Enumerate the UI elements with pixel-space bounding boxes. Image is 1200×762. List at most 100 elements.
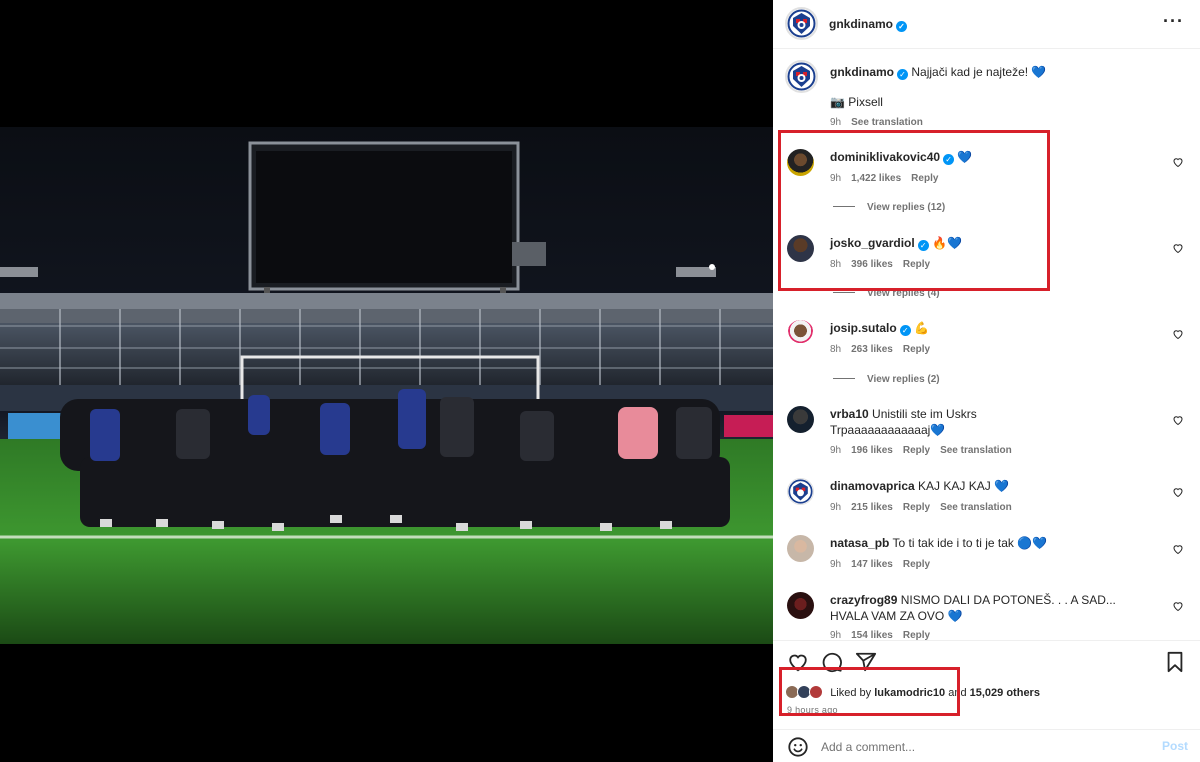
heart-icon[interactable]: [787, 651, 809, 673]
comment-username[interactable]: josip.sutalo: [830, 321, 897, 335]
comment-text: vrba10 Unistili ste im Uskrs Trpaaaaaaaa…: [830, 406, 1005, 438]
comment-time: 9h: [830, 559, 842, 570]
comment-text: dominiklivakovic40 ✓ 💙: [830, 149, 972, 165]
heart-icon[interactable]: [1172, 242, 1184, 254]
comment-username[interactable]: josko_gvardiol: [830, 236, 915, 250]
comment-avatar[interactable]: [787, 478, 814, 505]
heart-icon[interactable]: [1172, 328, 1184, 340]
verified-icon: ✓: [897, 69, 909, 80]
comment-likes[interactable]: 263 likes: [851, 344, 893, 355]
comment-input[interactable]: [821, 736, 1151, 758]
heart-icon[interactable]: [1172, 414, 1184, 426]
comment-text: crazyfrog89 NISMO DALI DA POTONEŠ. . . A…: [830, 592, 1130, 624]
comment-meta: 9h 196 likes Reply See translation: [830, 445, 1022, 456]
heart-icon[interactable]: [1172, 156, 1184, 168]
comment-username[interactable]: dinamovaprica: [830, 479, 915, 493]
comment-likes[interactable]: 396 likes: [851, 259, 893, 270]
comment-meta: 9h 154 likes Reply: [830, 630, 940, 640]
comment-reply-button[interactable]: Reply: [911, 173, 938, 184]
comment-reply-button[interactable]: Reply: [903, 344, 930, 355]
comment-avatar[interactable]: [787, 320, 814, 347]
post-media: [0, 0, 773, 762]
share-icon[interactable]: [855, 651, 877, 673]
author-username-text[interactable]: gnkdinamo: [829, 17, 893, 31]
photo-illustration: [0, 141, 773, 644]
view-replies-button[interactable]: View replies (2): [833, 374, 940, 385]
caption-see-translation[interactable]: See translation: [851, 117, 923, 128]
bookmark-icon[interactable]: [1164, 651, 1186, 673]
post-time-ago[interactable]: 9 hours ago: [787, 705, 838, 715]
comment-username[interactable]: natasa_pb: [830, 536, 889, 550]
author-avatar[interactable]: [785, 7, 818, 40]
comment-body: To ti tak ide i to ti je tak 🔵💙: [892, 536, 1048, 550]
comment-avatar[interactable]: [787, 149, 814, 176]
comment-avatar[interactable]: [787, 592, 814, 619]
add-comment-bar: Post: [773, 729, 1200, 762]
comment-text: natasa_pb To ti tak ide i to ti je tak 🔵…: [830, 535, 1047, 551]
view-replies-button[interactable]: View replies (12): [833, 202, 945, 213]
comment-avatar[interactable]: [787, 406, 814, 433]
liked-by-prefix: Liked by: [830, 687, 872, 699]
author-username-header[interactable]: gnkdinamo ✓: [829, 17, 908, 32]
heart-icon[interactable]: [1172, 543, 1184, 555]
comment-body: 💪: [914, 321, 929, 335]
view-replies-button[interactable]: View replies (4): [833, 288, 940, 299]
emoji-icon[interactable]: [787, 736, 809, 758]
comment-meta: 8h 396 likes Reply: [830, 259, 940, 270]
caption-author-avatar[interactable]: [785, 60, 818, 93]
liked-by-others[interactable]: 15,029 others: [970, 687, 1040, 699]
caption-text: gnkdinamo ✓ Najjači kad je najteže! 💙: [830, 65, 1047, 80]
comment-username[interactable]: vrba10: [830, 407, 869, 421]
comment-avatar[interactable]: [787, 535, 814, 562]
comment-see-translation[interactable]: See translation: [940, 502, 1012, 513]
post-comment-button[interactable]: Post: [1162, 739, 1188, 753]
comments-list[interactable]: gnkdinamo ✓ Najjači kad je najteže! 💙 📷 P…: [773, 50, 1200, 640]
caption-body: Najjači kad je najteže!: [911, 65, 1029, 79]
comment-body: 💙: [957, 150, 973, 164]
comment-time: 9h: [830, 630, 842, 640]
comment-text: dinamovaprica KAJ KAJ KAJ 💙: [830, 478, 1009, 494]
likes-summary: Liked by lukamodric10 and 15,029 others: [785, 685, 1040, 699]
comment-username[interactable]: dominiklivakovic40: [830, 150, 940, 164]
dinamo-logo-icon: [787, 62, 816, 91]
comment-meta: 8h 263 likes Reply: [830, 344, 940, 355]
comment-likes[interactable]: 154 likes: [851, 630, 893, 640]
verified-icon: ✓: [917, 240, 929, 251]
comment-body: 🔥💙: [932, 236, 962, 250]
post-header: gnkdinamo ✓ ···: [773, 0, 1200, 49]
comment-reply-button[interactable]: Reply: [903, 502, 930, 513]
post-side-panel: gnkdinamo ✓ ··· gnkdinamo ✓ Najjači kad je…: [773, 0, 1200, 762]
verified-icon: ✓: [899, 325, 911, 336]
comment-likes[interactable]: 215 likes: [851, 502, 893, 513]
verified-icon: ✓: [896, 21, 908, 32]
comment-reply-button[interactable]: Reply: [903, 445, 930, 456]
comment-icon[interactable]: [821, 651, 843, 673]
comment-text: josip.sutalo ✓ 💪: [830, 320, 929, 336]
more-options-icon[interactable]: ···: [1163, 12, 1184, 30]
caption-time: 9h: [830, 117, 842, 128]
liked-by-user[interactable]: lukamodric10: [874, 687, 945, 699]
heart-icon[interactable]: [1172, 600, 1184, 612]
comment-likes[interactable]: 147 likes: [851, 559, 893, 570]
team-celebration-photo[interactable]: [0, 127, 773, 644]
liker-avatar: [809, 685, 824, 699]
comment-time: 8h: [830, 259, 842, 270]
comment-reply-button[interactable]: Reply: [903, 259, 930, 270]
comment-reply-button[interactable]: Reply: [903, 630, 930, 640]
comment-meta: 9h 215 likes Reply See translation: [830, 502, 1022, 513]
verified-icon: ✓: [943, 154, 955, 165]
caption-username[interactable]: gnkdinamo: [830, 65, 894, 79]
comment-reply-button[interactable]: Reply: [903, 559, 930, 570]
comment-avatar[interactable]: [787, 235, 814, 262]
comment-likes[interactable]: 1,422 likes: [851, 173, 901, 184]
comment-time: 9h: [830, 173, 842, 184]
dinamo-logo-icon: [788, 479, 813, 504]
caption-meta: 9h See translation: [830, 117, 933, 128]
comment-body: KAJ KAJ KAJ 💙: [918, 479, 1010, 493]
heart-icon[interactable]: [1172, 486, 1184, 498]
comment-likes[interactable]: 196 likes: [851, 445, 893, 456]
photo-credit: 📷 Pixsell: [830, 95, 883, 109]
comment-see-translation[interactable]: See translation: [940, 445, 1012, 456]
comment-username[interactable]: crazyfrog89: [830, 593, 897, 607]
comment-time: 9h: [830, 445, 842, 456]
